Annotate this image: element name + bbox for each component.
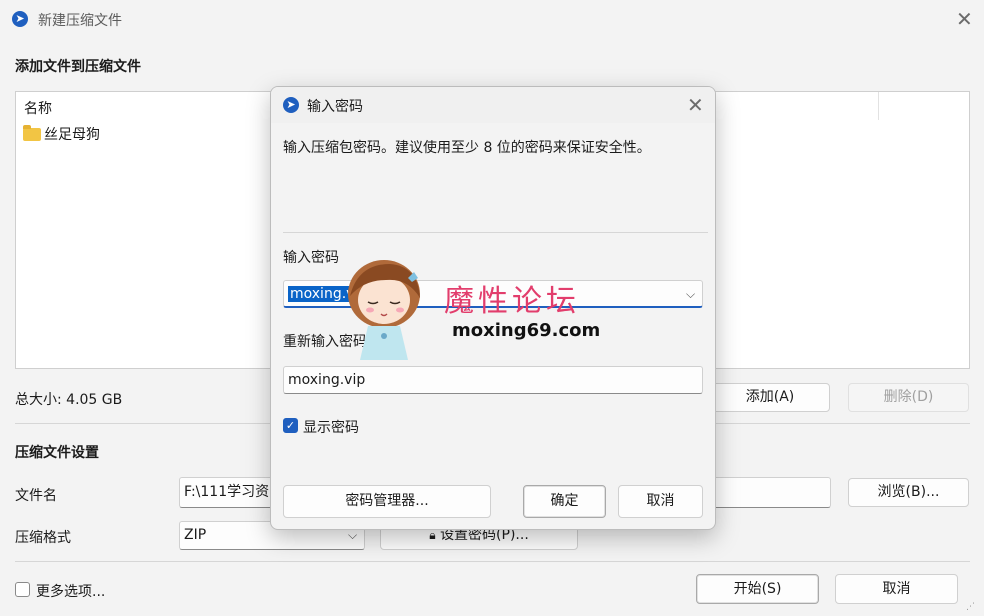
total-size-label: 总大小: 4.05 GB <box>15 392 123 408</box>
app-logo-icon: ➤ <box>283 97 299 113</box>
dialog-title-bar: ➤ 输入密码 ✕ <box>271 87 715 123</box>
watermark-url: moxing69.com <box>452 320 601 341</box>
chevron-down-icon[interactable]: ⌵ <box>686 281 695 307</box>
watermark-title: 魔性论坛 <box>444 284 580 319</box>
column-header-name[interactable]: 名称 <box>24 98 52 118</box>
window-title: 新建压缩文件 <box>38 13 122 29</box>
resize-grip-icon[interactable]: ⋰ <box>966 602 975 612</box>
column-divider <box>878 92 879 120</box>
mascot-watermark-image <box>348 260 420 360</box>
divider <box>15 561 970 562</box>
dialog-cancel-button[interactable]: 取消 <box>618 485 703 518</box>
list-item[interactable]: 丝足母狗 <box>22 124 262 144</box>
format-label: 压缩格式 <box>15 530 71 546</box>
password-label: 输入密码 <box>283 250 339 266</box>
dialog-description: 输入压缩包密码。建议使用至少 8 位的密码来保证安全性。 <box>283 140 651 156</box>
format-value: ZIP <box>184 527 207 543</box>
browse-button[interactable]: 浏览(B)... <box>848 478 969 507</box>
folder-icon <box>23 125 41 141</box>
archive-settings-title: 压缩文件设置 <box>15 445 99 461</box>
filename-label: 文件名 <box>15 488 57 504</box>
ok-button[interactable]: 确定 <box>523 485 606 518</box>
dialog-divider <box>283 232 708 233</box>
more-options-label[interactable]: 更多选项... <box>36 581 105 601</box>
show-password-label[interactable]: 显示密码 <box>303 417 359 437</box>
reenter-password-input[interactable]: moxing.vip <box>283 366 703 394</box>
reenter-password-value: moxing.vip <box>288 372 366 388</box>
password-manager-button[interactable]: 密码管理器... <box>283 485 491 518</box>
more-options-checkbox[interactable] <box>15 582 30 597</box>
filename-value: F:\111学习资 <box>184 484 270 500</box>
cancel-button[interactable]: 取消 <box>835 574 958 604</box>
close-icon[interactable]: ✕ <box>956 9 973 29</box>
dialog-title: 输入密码 <box>307 99 363 115</box>
lock-icon: 🔒︎ <box>429 528 436 542</box>
add-files-section-title: 添加文件到压缩文件 <box>15 59 141 75</box>
app-logo-icon: ➤ <box>12 11 28 27</box>
show-password-checkbox[interactable]: ✓ <box>283 418 298 433</box>
delete-button[interactable]: 删除(D) <box>848 383 969 412</box>
dialog-close-icon[interactable]: ✕ <box>687 95 704 115</box>
start-button[interactable]: 开始(S) <box>696 574 819 604</box>
add-button[interactable]: 添加(A) <box>710 383 830 412</box>
title-bar: ➤ 新建压缩文件 ✕ <box>0 0 984 38</box>
list-item-label: 丝足母狗 <box>44 127 100 143</box>
